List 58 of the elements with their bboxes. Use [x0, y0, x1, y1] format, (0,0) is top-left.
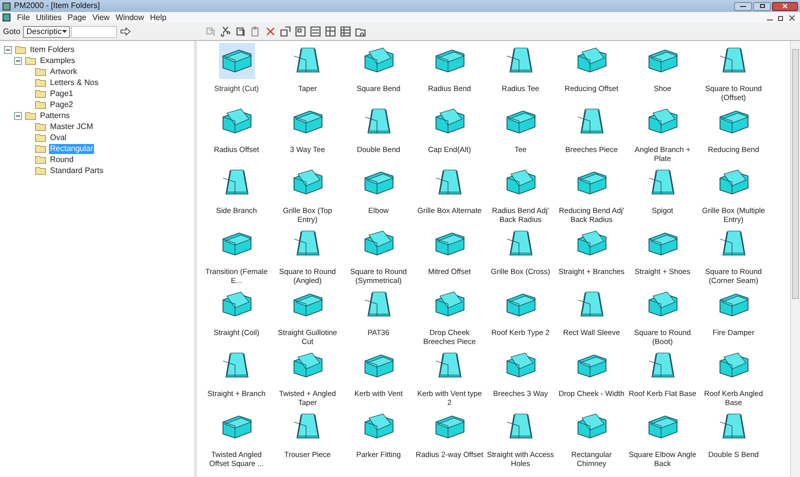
folder-icon: [35, 133, 46, 142]
list-view-icon[interactable]: [325, 26, 336, 37]
folder-icon: [25, 111, 36, 120]
minimize-button[interactable]: [734, 2, 752, 10]
folder-icon: [35, 100, 46, 109]
large-icons-view-icon[interactable]: [295, 26, 306, 37]
folder-icon: [35, 67, 46, 76]
menu-item[interactable]: Utilities: [36, 12, 62, 22]
cut-icon[interactable]: [220, 26, 232, 37]
menu-item[interactable]: File: [17, 12, 30, 22]
small-icons-view-icon[interactable]: [310, 26, 322, 37]
document-icon: [2, 13, 11, 22]
tree-item[interactable]: Letters & Nos: [49, 78, 100, 88]
restore-icon[interactable]: [777, 14, 785, 22]
tree-item[interactable]: Oval: [49, 132, 68, 142]
scrollbar[interactable]: [790, 41, 800, 477]
collapse-icon[interactable]: [14, 56, 22, 64]
tree-item[interactable]: Page1: [49, 88, 74, 98]
tree-item[interactable]: Standard Parts: [49, 166, 104, 176]
tree-item[interactable]: Examples: [39, 56, 76, 66]
folder-icon: [15, 45, 26, 54]
goto-label: Goto: [3, 26, 20, 38]
close-icon[interactable]: [788, 14, 796, 22]
window-title: PM2000 - [Item Folders]: [14, 1, 100, 11]
menu-item[interactable]: View: [92, 12, 110, 22]
goto-mode-dropdown[interactable]: Descriptic: [23, 26, 70, 38]
folder-icon: [35, 122, 46, 131]
restore-button[interactable]: [753, 2, 771, 10]
tree-item[interactable]: Page2: [49, 100, 74, 110]
tree-item[interactable]: Item Folders: [29, 44, 76, 54]
folder-icon: [35, 166, 46, 175]
collapse-icon[interactable]: [14, 112, 22, 120]
folder-icon: [35, 144, 46, 153]
properties-icon[interactable]: [280, 26, 292, 37]
tree-item[interactable]: Artwork: [49, 66, 78, 76]
goto-input-field[interactable]: [71, 26, 118, 38]
folder-icon: [35, 89, 46, 98]
tree-item[interactable]: Round: [49, 154, 75, 164]
folder-icon: [35, 78, 46, 87]
dropdown-arrow-icon: [62, 30, 68, 34]
scrollbar-thumb[interactable]: [792, 49, 799, 299]
details-view-icon[interactable]: [340, 26, 352, 37]
go-arrow-icon[interactable]: [120, 27, 132, 36]
folder-icon: [25, 56, 36, 65]
delete-icon[interactable]: [265, 26, 276, 37]
app-icon: [2, 2, 11, 10]
paste-icon[interactable]: [235, 26, 246, 37]
folder-icon: [35, 155, 46, 164]
menu-item[interactable]: Window: [116, 12, 144, 22]
close-button[interactable]: [772, 2, 798, 10]
folder-search-icon[interactable]: [355, 26, 366, 37]
clipboard-icon[interactable]: [250, 26, 262, 37]
close-icon: [782, 3, 788, 9]
collapse-icon[interactable]: [4, 46, 12, 54]
menu-item[interactable]: Help: [150, 12, 166, 22]
tree-item[interactable]: Patterns: [39, 110, 71, 120]
menu-item[interactable]: Page: [68, 12, 86, 22]
tree-item[interactable]: Master JCM: [49, 122, 94, 132]
